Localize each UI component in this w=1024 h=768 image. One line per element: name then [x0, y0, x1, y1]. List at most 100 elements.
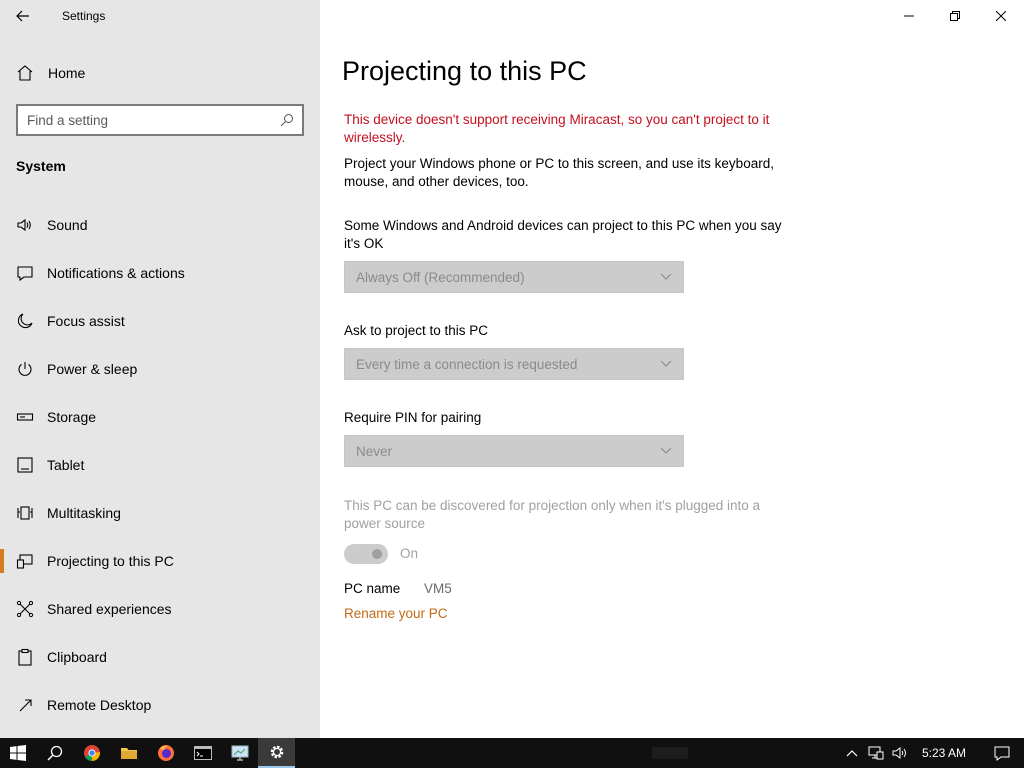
shared-icon — [16, 600, 34, 618]
sidebar-item-label: Multitasking — [47, 505, 121, 521]
file-explorer-icon — [120, 748, 137, 759]
pc-name-value: VM5 — [424, 581, 452, 596]
window-controls — [886, 0, 1024, 32]
volume-icon — [892, 747, 906, 759]
home-nav-item[interactable]: Home — [0, 57, 320, 89]
search-icon — [280, 114, 293, 127]
minimize-icon — [904, 15, 914, 17]
taskbar-remote-desktop[interactable] — [221, 738, 258, 768]
home-icon — [17, 65, 33, 81]
app-title: Settings — [62, 9, 106, 23]
miracast-warning: This device doesn't support receiving Mi… — [344, 112, 770, 145]
sidebar-item-label: Shared experiences — [47, 601, 172, 617]
start-button[interactable] — [0, 738, 36, 768]
search-icon — [46, 745, 62, 761]
home-label: Home — [48, 65, 86, 81]
taskbar-search-button[interactable] — [36, 738, 73, 768]
taskbar: 5:23 AM — [0, 738, 1024, 768]
section-heading: System — [16, 158, 66, 174]
sidebar-item-label: Power & sleep — [47, 361, 138, 377]
power-icon — [16, 360, 34, 378]
chrome-icon — [83, 745, 100, 761]
restore-button[interactable] — [932, 0, 978, 32]
settings-icon — [270, 745, 283, 759]
sidebar-item-label: Projecting to this PC — [47, 553, 174, 569]
power-source-toggle[interactable] — [344, 544, 388, 564]
sidebar-item-focus-assist[interactable]: Focus assist — [0, 297, 320, 345]
close-button[interactable] — [978, 0, 1024, 32]
search-input[interactable] — [27, 112, 280, 128]
sidebar-item-storage[interactable]: Storage — [0, 393, 320, 441]
sidebar-item-label: Remote Desktop — [47, 697, 152, 713]
main-content: Projecting to this PC This device doesn'… — [320, 0, 1024, 738]
action-center-button[interactable] — [980, 738, 1024, 768]
chevron-down-icon — [659, 444, 673, 458]
sidebar-item-multitasking[interactable]: Multitasking — [0, 489, 320, 537]
chevron-down-icon — [659, 270, 673, 284]
sidebar-item-clipboard[interactable]: Clipboard — [0, 633, 320, 681]
sidebar-item-label: Tablet — [47, 457, 85, 473]
remote-desktop-app-icon — [231, 745, 248, 761]
sidebar-item-power-sleep[interactable]: Power & sleep — [0, 345, 320, 393]
speaker-icon — [16, 216, 34, 234]
sidebar-item-label: Clipboard — [47, 649, 107, 665]
dropdown-value: Always Off (Recommended) — [356, 269, 525, 285]
title-bar: Settings — [0, 0, 320, 32]
taskbar-cmd[interactable] — [184, 738, 221, 768]
sidebar-item-shared-experiences[interactable]: Shared experiences — [0, 585, 320, 633]
sidebar-item-remote-desktop[interactable]: Remote Desktop — [0, 681, 320, 729]
network-icon — [868, 746, 884, 760]
rename-pc-link[interactable]: Rename your PC — [344, 606, 448, 621]
cmd-icon — [193, 746, 212, 760]
chevron-down-icon — [659, 357, 673, 371]
sidebar-item-projecting[interactable]: Projecting to this PC — [0, 537, 320, 585]
pc-name-label: PC name — [344, 581, 401, 596]
projecting-icon — [16, 552, 34, 570]
multitasking-icon — [16, 504, 34, 522]
pin-dropdown[interactable]: Never — [344, 435, 684, 467]
firefox-icon — [157, 745, 174, 761]
pin-label: Require PIN for pairing — [344, 410, 482, 425]
notification-icon — [994, 746, 1010, 761]
tablet-icon — [16, 456, 34, 474]
dropdown-value: Every time a connection is requested — [356, 356, 578, 372]
message-icon — [16, 264, 34, 282]
restore-icon — [950, 11, 960, 21]
system-tray: 5:23 AM — [840, 738, 1024, 768]
sidebar-item-label: Storage — [47, 409, 97, 425]
sidebar-item-notifications[interactable]: Notifications & actions — [0, 249, 320, 297]
toggle-knob — [372, 549, 382, 559]
availability-dropdown[interactable]: Always Off (Recommended) — [344, 261, 684, 293]
toggle-state-label: On — [400, 546, 419, 561]
taskbar-settings[interactable] — [258, 738, 295, 768]
sidebar-item-sound[interactable]: Sound — [0, 201, 320, 249]
sidebar-item-label: Notifications & actions — [47, 265, 185, 281]
power-source-label: This PC can be discovered for projection… — [344, 498, 761, 531]
back-button[interactable] — [0, 0, 46, 32]
back-arrow-icon — [16, 10, 29, 22]
search-box[interactable] — [16, 104, 304, 136]
ask-project-dropdown[interactable]: Every time a connection is requested — [344, 348, 684, 380]
taskbar-firefox[interactable] — [147, 738, 184, 768]
tray-overflow[interactable] — [840, 738, 864, 768]
tray-volume[interactable] — [888, 738, 912, 768]
sidebar-item-label: Sound — [47, 217, 88, 233]
close-icon — [996, 11, 1006, 21]
start-icon — [10, 745, 26, 761]
taskbar-file-explorer[interactable] — [110, 738, 147, 768]
clipboard-icon — [16, 648, 34, 666]
sidebar-item-tablet[interactable]: Tablet — [0, 441, 320, 489]
sidebar-nav: Sound Notifications & actions Focus assi… — [0, 201, 320, 729]
page-description: Project your Windows phone or PC to this… — [344, 156, 774, 189]
sidebar-item-label: Focus assist — [47, 313, 125, 329]
taskbar-clock[interactable]: 5:23 AM — [912, 746, 980, 760]
storage-icon — [16, 408, 34, 426]
moon-icon — [16, 312, 34, 330]
taskbar-empty-slot — [652, 747, 688, 759]
sidebar: Settings Home System Sound Notifications… — [0, 0, 320, 738]
ask-project-label: Ask to project to this PC — [344, 323, 489, 338]
tray-network[interactable] — [864, 738, 888, 768]
availability-label: Some Windows and Android devices can pro… — [344, 218, 782, 251]
taskbar-chrome[interactable] — [73, 738, 110, 768]
minimize-button[interactable] — [886, 0, 932, 32]
